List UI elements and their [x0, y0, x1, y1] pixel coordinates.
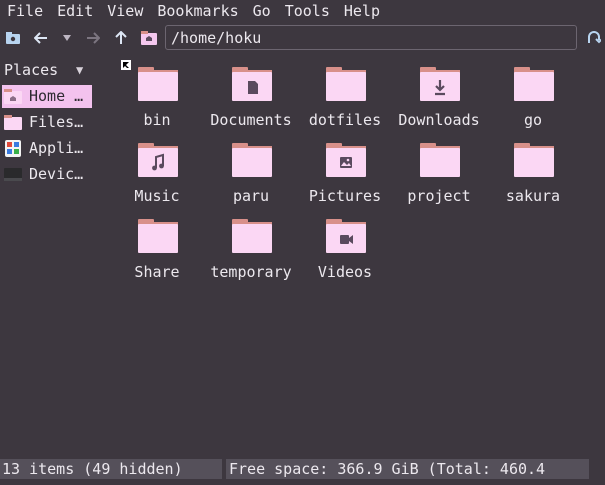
folder-icon — [326, 143, 366, 177]
menu-tools[interactable]: Tools — [278, 0, 337, 22]
folder-icon — [232, 219, 272, 253]
folder-name: bin — [143, 111, 171, 129]
folder-icon — [420, 67, 460, 101]
folder-item[interactable]: paru — [204, 140, 298, 216]
devices-icon — [4, 168, 22, 181]
folder-item[interactable]: Share — [110, 216, 204, 292]
menubar: File Edit View Bookmarks Go Tools Help — [0, 0, 605, 22]
folder-name: Music — [134, 187, 180, 205]
folder-item[interactable]: go — [486, 64, 580, 140]
folder-item[interactable]: temporary — [204, 216, 298, 292]
sidebar-item-label: Appli… — [29, 139, 84, 157]
back-button[interactable] — [30, 27, 52, 49]
sidebar-item-label: Devic… — [29, 165, 84, 183]
mouse-cursor-icon — [121, 60, 131, 70]
applications-icon — [5, 140, 21, 157]
folder-name: Documents — [210, 111, 292, 129]
up-button[interactable] — [110, 27, 132, 49]
places-header-label: Places — [4, 61, 59, 79]
places-selector[interactable]: Places ▼ — [4, 60, 96, 80]
folder-item[interactable]: Downloads — [392, 64, 486, 140]
folder-icon — [4, 115, 22, 130]
item-count-status: 13 items (49 hidden) — [0, 459, 222, 479]
sidebar-item-home[interactable]: Home … — [2, 85, 92, 108]
sidebar-item-label: Files… — [29, 113, 84, 131]
folder-name: Share — [134, 263, 180, 281]
history-dropdown-button[interactable] — [56, 27, 78, 49]
file-grid: bin Documents dotfiles Downloads go Music paru… — [110, 64, 605, 454]
folder-name: project — [407, 187, 471, 205]
folder-name: go — [523, 111, 543, 129]
folder-item[interactable]: dotfiles — [298, 64, 392, 140]
forward-icon — [87, 32, 100, 44]
folder-icon — [514, 67, 554, 101]
sidebar-item-applications[interactable]: Appli… — [2, 137, 92, 160]
jump-icon — [588, 31, 601, 44]
dropdown-arrow-icon: ▼ — [76, 63, 84, 77]
new-tab-button[interactable] — [2, 27, 24, 49]
up-icon — [115, 31, 127, 44]
folder-item[interactable]: Pictures — [298, 140, 392, 216]
menu-help[interactable]: Help — [337, 0, 387, 22]
bottom-edge — [0, 479, 605, 485]
new-tab-icon — [6, 32, 20, 44]
free-space-status: Free space: 366.9 GiB (Total: 460.4 GiB) — [226, 459, 589, 485]
folder-icon — [138, 143, 178, 177]
forward-button[interactable] — [82, 27, 104, 49]
toolbar: /home/hoku — [0, 24, 605, 54]
folder-icon — [138, 67, 178, 101]
home-icon — [141, 31, 157, 45]
folder-item[interactable]: bin — [110, 64, 204, 140]
folder-icon — [326, 219, 366, 253]
folder-icon — [138, 219, 178, 253]
sidebar-item-label: Home … — [29, 87, 84, 105]
history-dropdown-icon — [63, 35, 71, 41]
menu-bookmarks[interactable]: Bookmarks — [150, 0, 245, 22]
folder-item[interactable]: project — [392, 140, 486, 216]
back-icon — [34, 32, 47, 44]
location-bar[interactable]: /home/hoku — [165, 25, 577, 50]
sidebar-item-filesystem[interactable]: Files… — [2, 111, 92, 134]
folder-item[interactable]: Documents — [204, 64, 298, 140]
folder-icon — [514, 143, 554, 177]
sidebar-item-devices[interactable]: Devic… — [2, 163, 92, 186]
file-manager-window: File Edit View Bookmarks Go Tools Help /… — [0, 0, 605, 485]
folder-icon — [420, 143, 460, 177]
home-button[interactable] — [138, 27, 160, 49]
folder-icon — [326, 67, 366, 101]
statusbar: 13 items (49 hidden) Free space: 366.9 G… — [0, 459, 605, 485]
menu-go[interactable]: Go — [246, 0, 278, 22]
sidebar: Places ▼ Home … Files… Appli… Devic… — [0, 58, 100, 458]
menu-view[interactable]: View — [100, 0, 150, 22]
folder-name: temporary — [210, 263, 292, 281]
folder-icon — [232, 143, 272, 177]
menu-edit[interactable]: Edit — [50, 0, 100, 22]
jump-button[interactable] — [583, 27, 605, 49]
folder-name: Downloads — [398, 111, 480, 129]
folder-item[interactable]: sakura — [486, 140, 580, 216]
folder-name: dotfiles — [308, 111, 382, 129]
menu-file[interactable]: File — [0, 0, 50, 22]
folder-name: Pictures — [308, 187, 382, 205]
folder-item[interactable]: Music — [110, 140, 204, 216]
folder-name: sakura — [505, 187, 561, 205]
folder-icon — [232, 67, 272, 101]
home-folder-icon — [4, 89, 22, 104]
folder-name: Videos — [317, 263, 373, 281]
folder-name: paru — [232, 187, 270, 205]
folder-item[interactable]: Videos — [298, 216, 392, 292]
